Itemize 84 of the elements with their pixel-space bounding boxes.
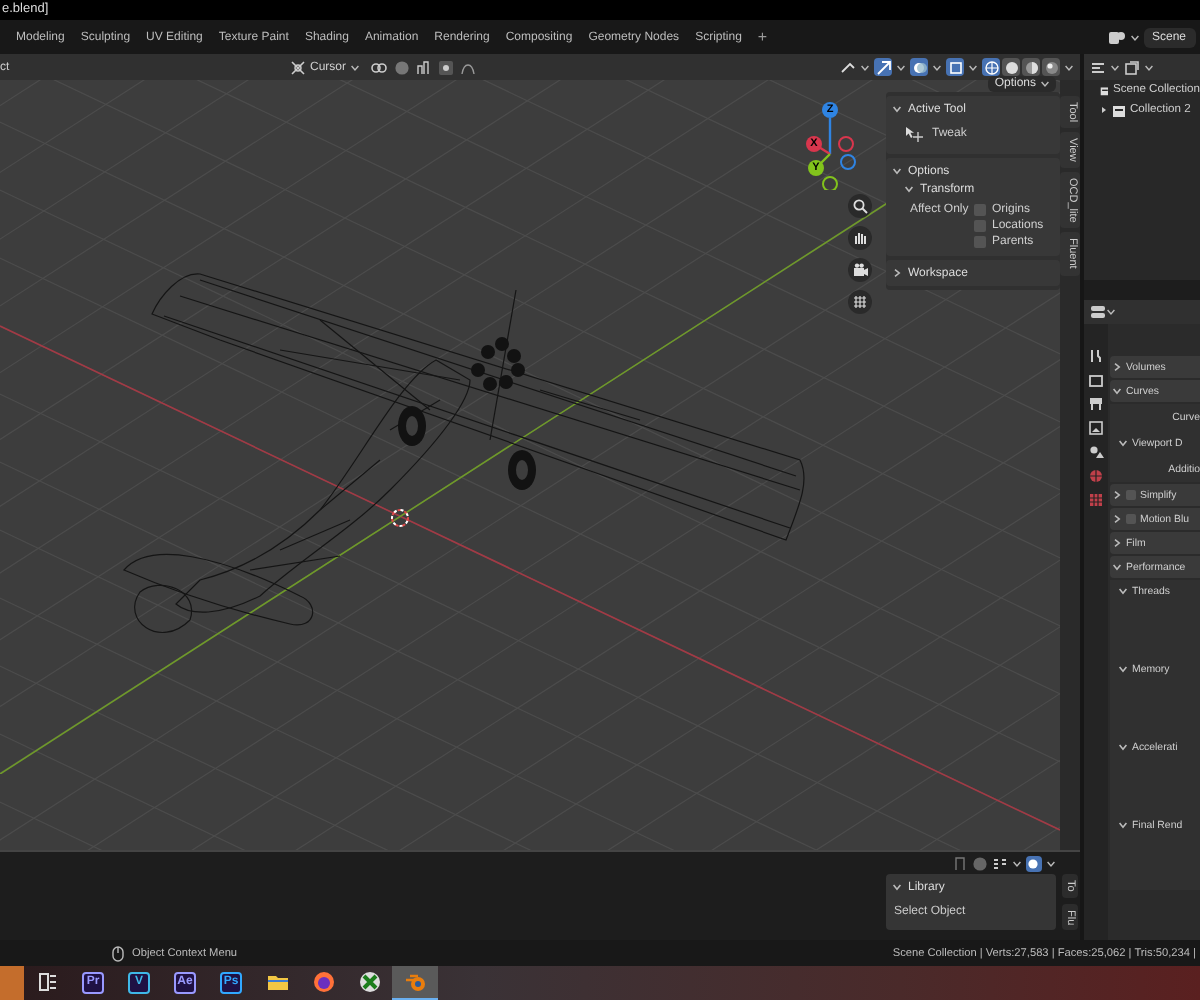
proportional-edit-icon[interactable] — [438, 59, 455, 75]
overlay-toggle[interactable] — [910, 58, 928, 76]
snap-grid-icon[interactable] — [992, 856, 1008, 872]
expand-arrow-icon[interactable] — [1100, 106, 1108, 114]
render-icon[interactable] — [1088, 372, 1104, 388]
navigate-icon — [875, 59, 891, 75]
snap-grid-icon[interactable] — [416, 59, 433, 75]
caret-icon[interactable] — [860, 63, 870, 71]
task-view-icon — [35, 970, 59, 994]
zoom-button[interactable] — [848, 194, 872, 218]
chevron-icon[interactable] — [1112, 562, 1122, 572]
scene-icon[interactable] — [1107, 29, 1126, 45]
caret-icon[interactable] — [1110, 63, 1120, 71]
overlay-icon — [911, 59, 927, 75]
xray-toggle[interactable] — [946, 58, 964, 76]
caret-icon[interactable] — [1106, 308, 1116, 316]
chevron-icon[interactable] — [1112, 490, 1122, 500]
start-button[interactable] — [0, 966, 24, 1000]
caret-icon[interactable] — [896, 63, 906, 71]
crosshair-icon — [290, 59, 306, 75]
view-layer-icon[interactable] — [1088, 420, 1104, 436]
pin-icon[interactable] — [952, 856, 968, 872]
chevron-icon[interactable] — [1112, 362, 1122, 372]
rendered-sphere-icon — [1043, 59, 1059, 75]
caret-icon[interactable] — [932, 63, 942, 71]
3d-cursor-icon — [390, 508, 410, 528]
folder-icon — [265, 970, 289, 994]
caret-icon[interactable] — [1012, 860, 1022, 868]
chevron-icon[interactable] — [892, 104, 902, 114]
chevron-icon[interactable] — [892, 882, 902, 892]
link-icon[interactable] — [370, 59, 389, 75]
material-shading-button[interactable] — [1022, 58, 1040, 76]
mouse-icon — [112, 945, 124, 961]
caret-icon[interactable] — [1040, 80, 1050, 88]
chevron-icon[interactable] — [1118, 438, 1128, 448]
texture-icon[interactable] — [1088, 492, 1104, 508]
wireframe-shading-button[interactable] — [982, 58, 1000, 76]
checkbox[interactable] — [974, 236, 986, 248]
chevron-icon[interactable] — [1118, 586, 1128, 596]
wireframe-sphere-icon — [983, 59, 999, 75]
checkbox[interactable] — [974, 204, 986, 216]
camera-icon — [852, 262, 868, 278]
overlay-icon[interactable] — [1026, 856, 1042, 872]
grid-icon — [852, 294, 868, 310]
chevron-icon[interactable] — [1112, 386, 1122, 396]
checkbox[interactable] — [974, 220, 986, 232]
zoom-icon — [852, 198, 868, 214]
world-icon[interactable] — [1088, 468, 1104, 484]
xray-icon — [947, 59, 963, 75]
snap-icon[interactable] — [394, 59, 411, 75]
output-icon[interactable] — [1088, 396, 1104, 412]
add-workspace-button[interactable]: + — [749, 28, 776, 46]
checkbox[interactable] — [1126, 490, 1136, 500]
fox-globe-icon — [311, 970, 335, 994]
material-sphere-icon — [1023, 59, 1039, 75]
falloff-curve-icon[interactable] — [460, 59, 477, 75]
chevron-icon[interactable] — [1118, 664, 1128, 674]
checkbox[interactable] — [1126, 514, 1136, 524]
caret-icon[interactable] — [968, 63, 978, 71]
tool-icon[interactable] — [1088, 348, 1104, 364]
chevron-icon[interactable] — [1112, 514, 1122, 524]
rendered-shading-button[interactable] — [1042, 58, 1060, 76]
caret-icon[interactable] — [350, 63, 361, 71]
collection-icon — [1112, 103, 1126, 117]
chevron-icon[interactable] — [1112, 538, 1122, 548]
caret-icon[interactable] — [1046, 860, 1056, 868]
grid-button[interactable] — [848, 290, 872, 314]
camera-button[interactable] — [848, 258, 872, 282]
chevron-icon[interactable] — [1118, 742, 1128, 752]
chevron-icon[interactable] — [892, 268, 902, 278]
chevron-icon[interactable] — [1118, 820, 1128, 830]
outliner-icon[interactable] — [1090, 59, 1106, 75]
tweak-tool-icon[interactable] — [904, 126, 924, 142]
navigate-toggle[interactable] — [874, 58, 892, 76]
caret-icon[interactable] — [1064, 63, 1074, 71]
display-mode-icon[interactable] — [1124, 59, 1140, 75]
x-circle-icon — [357, 970, 381, 994]
caret-icon[interactable] — [1129, 33, 1140, 41]
solid-shading-button[interactable] — [1002, 58, 1020, 76]
scene-icon[interactable] — [1088, 444, 1104, 460]
solid-sphere-icon — [1003, 59, 1019, 75]
properties-editor-icon[interactable] — [1090, 304, 1106, 320]
caret-icon[interactable] — [1144, 63, 1154, 71]
collection-icon — [1099, 83, 1109, 97]
